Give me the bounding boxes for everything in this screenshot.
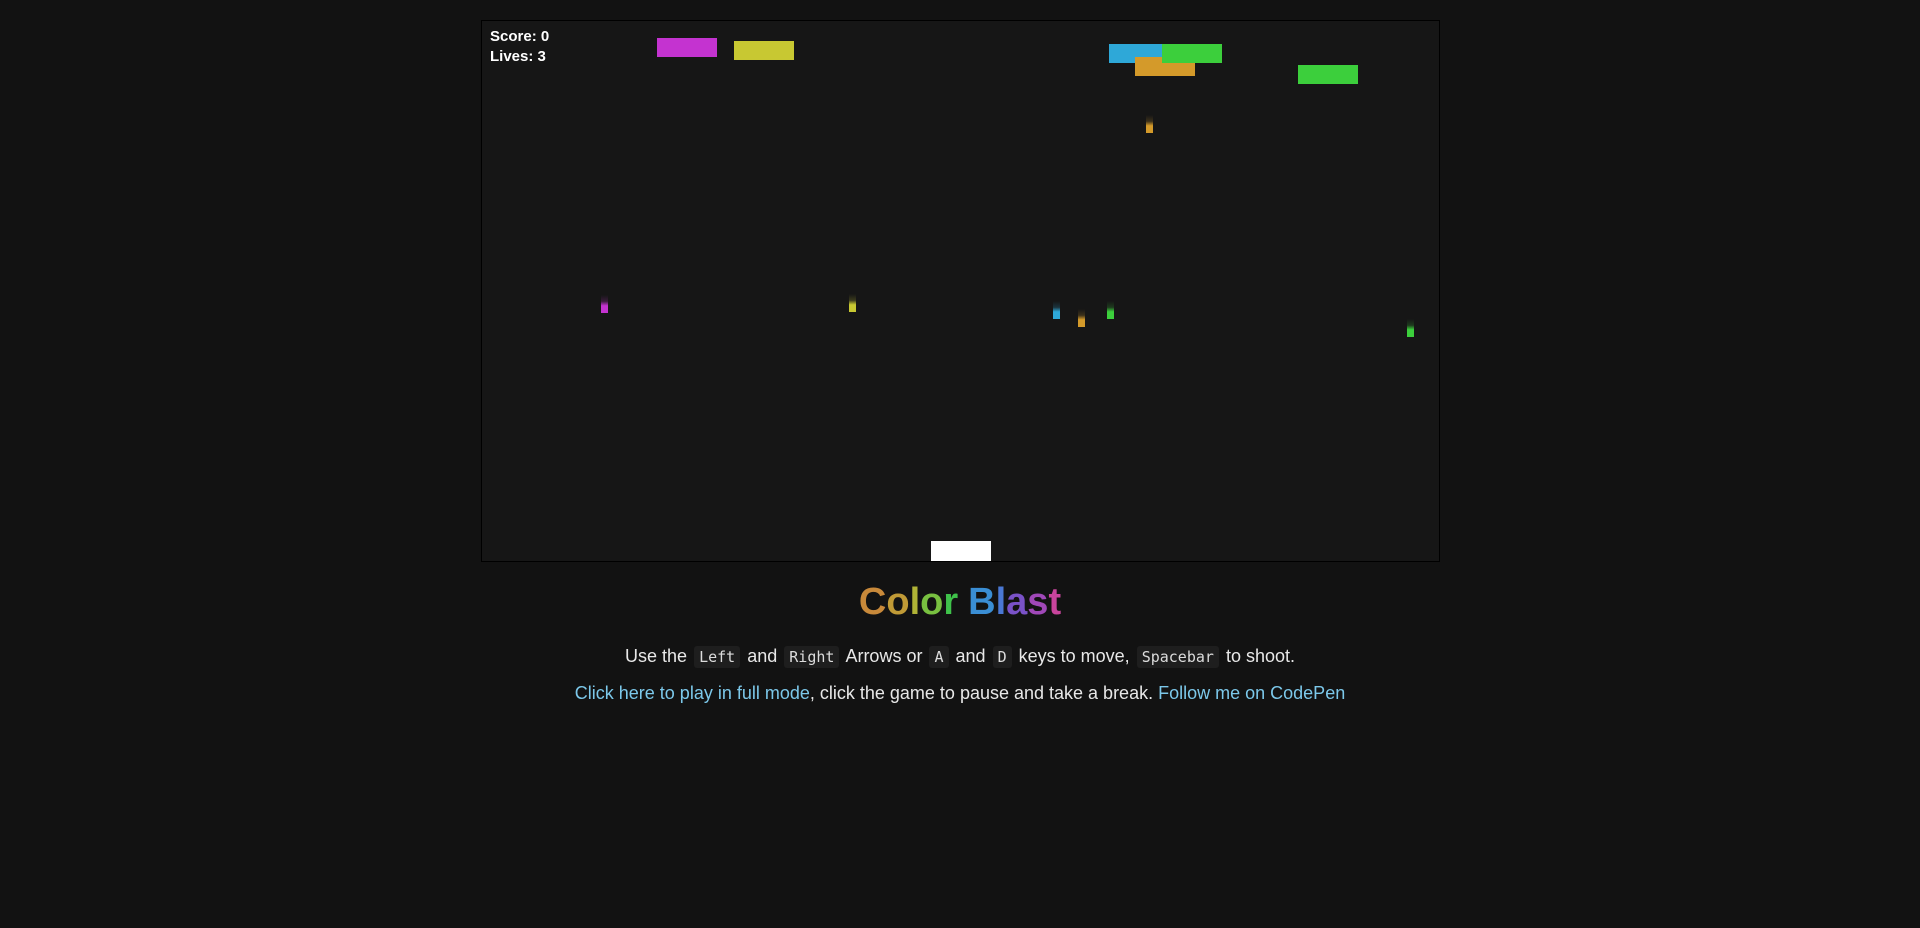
game-canvas[interactable]: Score: 0 Lives: 3: [481, 20, 1440, 562]
bullet: [1053, 301, 1060, 319]
bullet: [1407, 319, 1414, 337]
score-display: Score: 0: [490, 28, 549, 46]
brick: [1162, 44, 1222, 63]
bullet: [1078, 309, 1085, 327]
title-letter: t: [1048, 581, 1062, 623]
player-paddle: [931, 541, 991, 561]
title-letter: r: [943, 581, 959, 623]
bullet: [849, 294, 856, 312]
brick: [1298, 65, 1358, 84]
score-label: Score:: [490, 28, 537, 45]
key-d: D: [992, 646, 1012, 668]
links-line: Click here to play in full mode, click t…: [0, 679, 1920, 707]
pause-text: , click the game to pause and take a bre…: [809, 683, 1154, 703]
codepen-follow-link[interactable]: Follow me on CodePen: [1158, 683, 1345, 703]
bullet: [1107, 301, 1114, 319]
instruction-text: and: [955, 646, 986, 666]
title-letter: a: [1006, 581, 1028, 623]
lives-display: Lives: 3: [490, 48, 546, 66]
title-letter: l: [995, 581, 1007, 623]
bullet: [1146, 115, 1153, 133]
brick: [657, 38, 717, 57]
title-letter: l: [909, 581, 921, 623]
instruction-text: keys to move,: [1018, 646, 1130, 666]
key-right: Right: [784, 646, 840, 668]
key-a: A: [929, 646, 949, 668]
instruction-text: to shoot.: [1225, 646, 1295, 666]
instruction-text: and: [747, 646, 778, 666]
instructions: Use the Left and Right Arrows or A and D…: [0, 642, 1920, 671]
title-letter: C: [858, 581, 887, 623]
bullet: [601, 295, 608, 313]
lives-value: 3: [537, 48, 546, 65]
brick: [734, 41, 794, 60]
score-value: 0: [540, 28, 550, 45]
instruction-text: Arrows or: [845, 646, 923, 666]
key-left: Left: [694, 646, 741, 668]
title-letter: s: [1027, 581, 1049, 623]
full-mode-link[interactable]: Click here to play in full mode: [575, 683, 810, 703]
instruction-text: Use the: [625, 646, 688, 666]
page-title: Color Blast: [0, 578, 1920, 626]
title-letter: B: [968, 581, 996, 623]
title-letter: o: [920, 581, 944, 623]
title-letter: o: [886, 581, 910, 623]
lives-label: Lives:: [490, 48, 534, 65]
key-spacebar: Spacebar: [1136, 646, 1219, 668]
